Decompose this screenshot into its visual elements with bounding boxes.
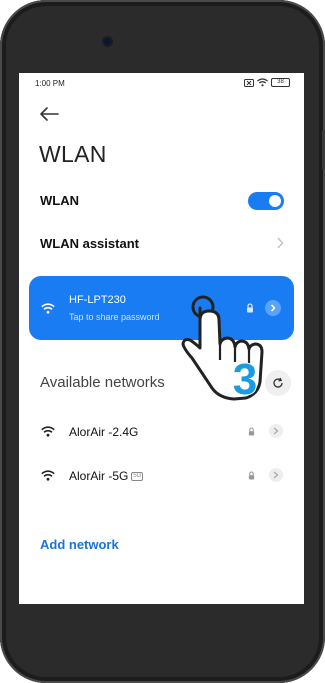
status-bar: 1:00 PM 38 — [19, 73, 304, 95]
front-camera — [104, 38, 111, 45]
screen: 1:00 PM 38 WLAN WLAN WLAN assistant HF-L… — [19, 73, 304, 604]
network-item[interactable]: AlorAir -2.4G — [19, 418, 304, 448]
step-number: 3 — [233, 355, 257, 404]
lock-icon — [248, 427, 255, 436]
add-network-link[interactable]: Add network — [40, 537, 119, 552]
wlan-label: WLAN — [40, 193, 79, 208]
wlan-toggle[interactable] — [248, 192, 284, 210]
wifi-icon — [41, 470, 55, 481]
status-icons: 38 — [244, 78, 290, 87]
available-networks-label: Available networks — [40, 374, 165, 391]
wifi-status-icon — [257, 78, 268, 87]
wifi-icon — [41, 303, 55, 314]
page-title: WLAN — [39, 141, 107, 167]
chevron-right-icon — [273, 471, 279, 479]
wlan-assistant-label[interactable]: WLAN assistant — [40, 236, 139, 251]
battery-indicator: 38 — [271, 78, 290, 87]
chevron-right-icon[interactable] — [276, 237, 284, 249]
sim-icon — [244, 78, 254, 87]
network-item[interactable]: AlorAir -5G 5G — [19, 462, 304, 492]
status-time: 1:00 PM — [35, 79, 65, 88]
lock-icon — [248, 471, 255, 480]
network-info-button[interactable] — [269, 468, 283, 482]
chevron-right-icon — [273, 427, 279, 435]
network-name-wrap: AlorAir -5G 5G — [69, 469, 144, 483]
connected-network-name: HF-LPT230 — [69, 294, 126, 306]
toggle-knob — [269, 195, 281, 207]
network-name: AlorAir -2.4G — [69, 425, 139, 439]
network-name: AlorAir -5G — [69, 469, 129, 483]
back-arrow-icon[interactable] — [38, 105, 60, 123]
connected-network-subtitle: Tap to share password — [69, 312, 160, 322]
wifi-icon — [41, 426, 55, 437]
band-badge: 5G — [131, 472, 144, 482]
network-info-button[interactable] — [269, 424, 283, 438]
tap-hand-icon: 3 — [181, 295, 264, 405]
